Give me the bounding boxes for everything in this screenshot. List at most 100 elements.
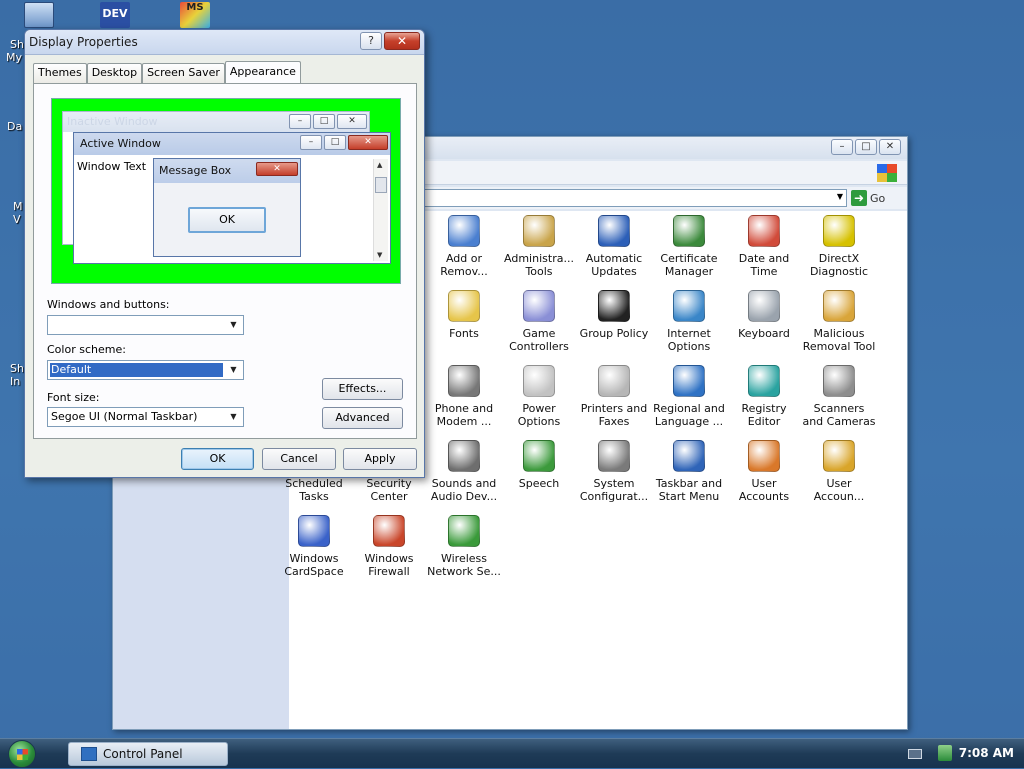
control-panel-item[interactable]: Add or Remov... [427, 215, 501, 278]
maximize-button[interactable]: □ [855, 139, 877, 155]
font-size-select[interactable]: Segoe UI (Normal Taskbar) ▼ [47, 407, 244, 427]
control-panel-item-label: Registry Editor [741, 402, 787, 428]
tab-appearance[interactable]: Appearance [224, 61, 301, 83]
control-panel-item-label: Regional and Language ... [653, 402, 725, 428]
control-panel-item-label: Certificate Manager [660, 252, 718, 278]
control-panel-item-label: Taskbar and Start Menu [655, 477, 723, 503]
windows-and-buttons-select[interactable]: ▼ [47, 315, 244, 335]
chevron-down-icon[interactable]: ▼ [837, 192, 843, 201]
control-panel-item-label: Sounds and Audio Dev... [430, 477, 498, 503]
control-panel-item[interactable]: Windows CardSpace [277, 515, 351, 578]
scroll-up-icon: ▲ [377, 161, 383, 169]
go-arrow-icon: ➜ [851, 190, 867, 206]
chevron-down-icon[interactable]: ▼ [225, 409, 242, 425]
control-panel-item-label: Windows Firewall [364, 552, 414, 578]
scanner-camera-icon [823, 365, 855, 397]
control-panel-item[interactable]: User Accounts [727, 440, 801, 503]
dialog-titlebar[interactable]: Display Properties ? ✕ [25, 30, 424, 55]
power-plug-icon [523, 365, 555, 397]
chevron-down-icon[interactable]: ▼ [225, 317, 242, 333]
color-scheme-select[interactable]: Default ▼ [47, 360, 244, 380]
preview-ok-button: OK [188, 207, 266, 233]
control-panel-item[interactable]: Administra... Tools [502, 215, 576, 278]
control-panel-item[interactable]: Game Controllers [502, 290, 576, 353]
windows-logo-icon [17, 749, 28, 760]
control-panel-item[interactable]: Wireless Network Se... [427, 515, 501, 578]
clock[interactable]: 7:08 AM [959, 746, 1014, 760]
preview-scrollbar: ▲ ▼ [373, 159, 388, 261]
taskbar-item-control-panel[interactable]: Control Panel [68, 742, 228, 766]
speech-icon [523, 440, 555, 472]
preview-close-icon: ✕ [348, 135, 388, 150]
apply-button[interactable]: Apply [343, 448, 417, 470]
start-button[interactable] [8, 740, 36, 768]
control-panel-item[interactable]: Date and Time [727, 215, 801, 278]
control-panel-item[interactable]: System Configurat... [577, 440, 651, 503]
control-panel-item[interactable]: Fonts [427, 290, 501, 340]
control-panel-item-label: Wireless Network Se... [427, 552, 501, 578]
close-button[interactable]: ✕ [879, 139, 901, 155]
control-panel-item[interactable]: Automatic Updates [577, 215, 651, 278]
control-panel-item[interactable]: Power Options [502, 365, 576, 428]
help-button[interactable]: ? [360, 32, 382, 50]
control-panel-item[interactable]: Sounds and Audio Dev... [427, 440, 501, 503]
firewall-icon [373, 515, 405, 547]
appearance-panel: Inactive Window – □ ✕ Active Window – □ … [33, 83, 417, 439]
keyboard-icon [748, 290, 780, 322]
speaker-icon [448, 440, 480, 472]
control-panel-item-label: Fonts [449, 327, 479, 340]
font-size-label: Font size: [47, 391, 100, 404]
control-panel-icon [81, 747, 97, 761]
network-tray-icon[interactable] [938, 745, 952, 761]
scroll-down-icon: ▼ [377, 251, 383, 259]
control-panel-item[interactable]: DirectX Diagnostic [802, 215, 876, 278]
close-button[interactable]: ✕ [384, 32, 420, 50]
tab-screen-saver[interactable]: Screen Saver [142, 63, 225, 83]
control-panel-item-label: Date and Time [738, 252, 790, 278]
control-panel-item-label: Game Controllers [509, 327, 569, 353]
certificate-icon [673, 215, 705, 247]
control-panel-item[interactable]: Certificate Manager [652, 215, 726, 278]
control-panel-item[interactable]: Taskbar and Start Menu [652, 440, 726, 503]
desktop-label: Sh [10, 362, 24, 375]
control-panel-item[interactable]: Regional and Language ... [652, 365, 726, 428]
effects-button[interactable]: Effects... [322, 378, 403, 400]
control-panel-item[interactable]: Keyboard [727, 290, 801, 340]
computer-icon [24, 2, 54, 28]
user-accounts-icon [748, 440, 780, 472]
minimize-button[interactable]: – [831, 139, 853, 155]
control-panel-item[interactable]: User Accoun... [802, 440, 876, 503]
control-panel-item-label: Automatic Updates [585, 252, 643, 278]
advanced-button[interactable]: Advanced [322, 407, 403, 429]
cardspace-icon [298, 515, 330, 547]
preview-minimize-icon: – [289, 114, 311, 129]
keyboard-tray-icon[interactable] [908, 749, 922, 759]
control-panel-item-label: Group Policy [579, 327, 649, 340]
taskbar-icon [673, 440, 705, 472]
control-panel-item[interactable]: Windows Firewall [352, 515, 426, 578]
administrative-tools-icon [523, 215, 555, 247]
cancel-button[interactable]: Cancel [262, 448, 336, 470]
control-panel-item[interactable]: Printers and Faxes [577, 365, 651, 428]
font-size-value: Segoe UI (Normal Taskbar) [51, 410, 198, 423]
control-panel-item[interactable]: Speech [502, 440, 576, 490]
system-config-icon [598, 440, 630, 472]
control-panel-item-label: Add or Remov... [440, 252, 488, 278]
control-panel-item[interactable]: Malicious Removal Tool [802, 290, 876, 353]
chevron-down-icon[interactable]: ▼ [225, 362, 242, 378]
desktop-label: My [6, 51, 23, 64]
ok-button[interactable]: OK [181, 448, 254, 470]
control-panel-item[interactable]: Group Policy [577, 290, 651, 340]
control-panel-item[interactable]: Phone and Modem ... [427, 365, 501, 428]
tab-desktop[interactable]: Desktop [86, 63, 143, 83]
display-properties-dialog[interactable]: Display Properties ? ✕ Themes Desktop Sc… [24, 29, 425, 478]
go-button[interactable]: ➜ Go [851, 189, 901, 207]
control-panel-item[interactable]: Scanners and Cameras [802, 365, 876, 428]
control-panel-item-label: User Accoun... [813, 477, 865, 503]
color-scheme-label: Color scheme: [47, 343, 126, 356]
taskbar: Control Panel 7:08 AM [0, 738, 1024, 768]
control-panel-item[interactable]: Registry Editor [727, 365, 801, 428]
tab-themes[interactable]: Themes [33, 63, 87, 83]
control-panel-item[interactable]: Internet Options [652, 290, 726, 353]
control-panel-item-label: DirectX Diagnostic [809, 252, 869, 278]
